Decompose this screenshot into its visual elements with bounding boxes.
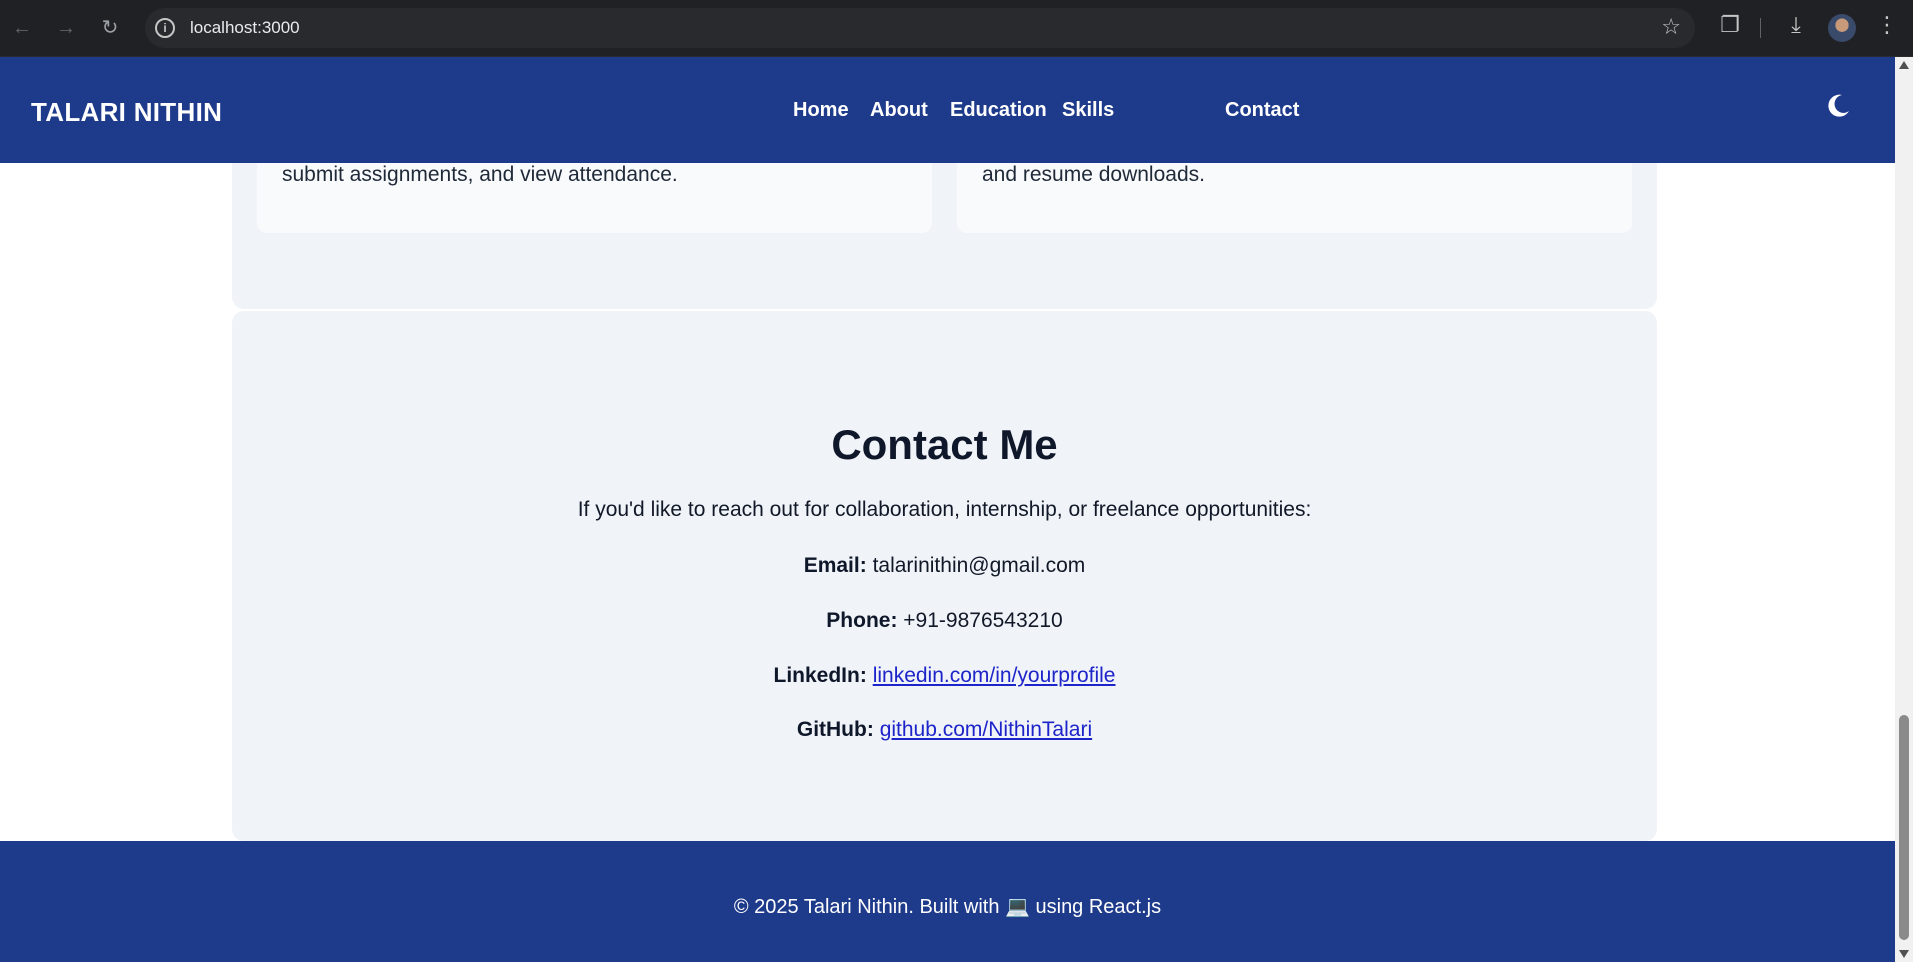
reload-icon[interactable]: ↻ bbox=[96, 14, 124, 42]
extensions-icon[interactable]: ❐ bbox=[1715, 12, 1745, 38]
contact-intro: If you'd like to reach out for collabora… bbox=[577, 498, 1312, 521]
nav-skills[interactable]: Skills bbox=[1062, 99, 1114, 122]
linkedin-label: LinkedIn: bbox=[773, 664, 867, 687]
browser-toolbar: ← → ↻ i localhost:3000 ☆ ❐ ⤓ ⋮ bbox=[0, 0, 1913, 57]
phone-value: +91-9876543210 bbox=[903, 609, 1063, 632]
linkedin-link[interactable]: linkedin.com/in/yourprofile bbox=[873, 664, 1116, 687]
page-scrollbar[interactable] bbox=[1895, 57, 1913, 962]
phone-label: Phone: bbox=[826, 609, 898, 632]
back-icon[interactable]: ← bbox=[8, 14, 36, 42]
project-description: and resume downloads. bbox=[982, 163, 1205, 186]
project-card: and resume downloads. bbox=[957, 163, 1632, 233]
bookmark-star-icon[interactable]: ☆ bbox=[1661, 14, 1681, 40]
contact-github: GitHub: github.com/NithinTalari bbox=[232, 718, 1657, 742]
scroll-up-arrow-icon[interactable] bbox=[1899, 61, 1909, 69]
email-label: Email: bbox=[803, 554, 867, 577]
projects-section: submit assignments, and view attendance.… bbox=[232, 163, 1657, 309]
site-info-icon[interactable]: i bbox=[155, 18, 175, 38]
nav-education[interactable]: Education bbox=[950, 99, 1047, 122]
brand-logo-text[interactable]: TALARI NITHIN bbox=[31, 97, 222, 128]
contact-phone: Phone: +91-9876543210 bbox=[232, 609, 1657, 633]
contact-section: Contact Me If you'd like to reach out fo… bbox=[232, 311, 1657, 841]
nav-about[interactable]: About bbox=[870, 99, 928, 122]
site-header: TALARI NITHIN Home About Education Skill… bbox=[0, 57, 1895, 163]
contact-email: Email: talarinithin@gmail.com bbox=[232, 554, 1657, 578]
github-label: GitHub: bbox=[796, 718, 874, 741]
footer-text: © 2025 Talari Nithin. Built with 💻 using… bbox=[733, 896, 1162, 918]
github-link[interactable]: github.com/NithinTalari bbox=[880, 718, 1092, 741]
toolbar-divider bbox=[1760, 18, 1761, 38]
menu-kebab-icon[interactable]: ⋮ bbox=[1872, 12, 1902, 38]
profile-avatar[interactable] bbox=[1828, 14, 1856, 42]
contact-title: Contact Me bbox=[831, 421, 1058, 468]
scroll-down-arrow-icon[interactable] bbox=[1899, 950, 1909, 958]
project-card: submit assignments, and view attendance. bbox=[257, 163, 932, 233]
url-text[interactable]: localhost:3000 bbox=[190, 18, 300, 38]
nav-contact[interactable]: Contact bbox=[1225, 99, 1299, 122]
moon-icon[interactable] bbox=[1824, 92, 1852, 120]
address-bar[interactable]: i localhost:3000 ☆ bbox=[145, 8, 1695, 48]
email-value: talarinithin@gmail.com bbox=[872, 554, 1086, 577]
project-description: submit assignments, and view attendance. bbox=[282, 163, 678, 186]
site-footer: © 2025 Talari Nithin. Built with 💻 using… bbox=[0, 841, 1895, 962]
nav-home[interactable]: Home bbox=[793, 99, 849, 122]
download-icon[interactable]: ⤓ bbox=[1781, 12, 1811, 38]
forward-icon[interactable]: → bbox=[52, 14, 80, 42]
scrollbar-thumb[interactable] bbox=[1899, 715, 1909, 940]
contact-linkedin: LinkedIn: linkedin.com/in/yourprofile bbox=[232, 664, 1657, 688]
